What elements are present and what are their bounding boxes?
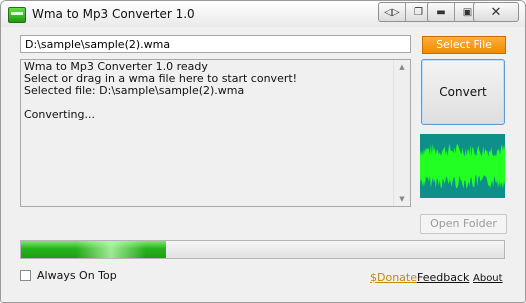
close-icon: ✕	[490, 4, 502, 20]
extra-caption-buttons: ◁▷ ❐	[378, 2, 432, 22]
close-button[interactable]: ✕	[473, 2, 519, 22]
maximize-icon: ▣	[462, 6, 473, 18]
always-on-top-label: Always On Top	[37, 269, 117, 282]
restore-icon: ❐	[414, 6, 423, 18]
log-scrollbar[interactable]: ▲ ▼	[393, 60, 410, 206]
waveform-display	[420, 134, 505, 198]
open-folder-button[interactable]: Open Folder	[420, 214, 507, 234]
always-on-top-toggle[interactable]: Always On Top	[20, 269, 117, 282]
log-area[interactable]: Wma to Mp3 Converter 1.0 ready Select or …	[20, 59, 411, 207]
log-line: Selected file: D:\sample\sample(2).wma	[24, 84, 245, 97]
log-text: Wma to Mp3 Converter 1.0 ready Select or …	[24, 61, 297, 121]
window-title: Wma to Mp3 Converter 1.0	[32, 7, 195, 21]
minimize-button[interactable]: ▬	[428, 3, 454, 21]
minimize-icon: ▬	[436, 6, 446, 18]
about-link[interactable]: About	[473, 273, 503, 284]
scroll-down-icon[interactable]: ▼	[394, 192, 410, 206]
always-on-top-checkbox[interactable]	[20, 270, 31, 281]
file-path-input[interactable]	[20, 35, 411, 53]
audio-button[interactable]: ◁▷	[379, 3, 405, 21]
feedback-link[interactable]: Feedback	[417, 271, 469, 284]
title-bar[interactable]: Wma to Mp3 Converter 1.0 ◁▷ ❐ ▬ ▣ ✕	[1, 1, 525, 27]
waveform-icon	[420, 134, 505, 198]
app-icon	[8, 7, 26, 23]
log-line: Converting...	[24, 108, 95, 121]
select-file-button[interactable]: Select File	[422, 36, 506, 54]
convert-button[interactable]: Convert	[421, 59, 505, 125]
scroll-up-icon[interactable]: ▲	[394, 60, 410, 74]
audio-icon: ◁▷	[384, 6, 400, 18]
donate-link[interactable]: $Donate	[370, 271, 417, 284]
progress-bar	[20, 240, 505, 259]
app-window: Wma to Mp3 Converter 1.0 ◁▷ ❐ ▬ ▣ ✕ Sele…	[0, 0, 526, 303]
progress-shine	[76, 241, 146, 258]
